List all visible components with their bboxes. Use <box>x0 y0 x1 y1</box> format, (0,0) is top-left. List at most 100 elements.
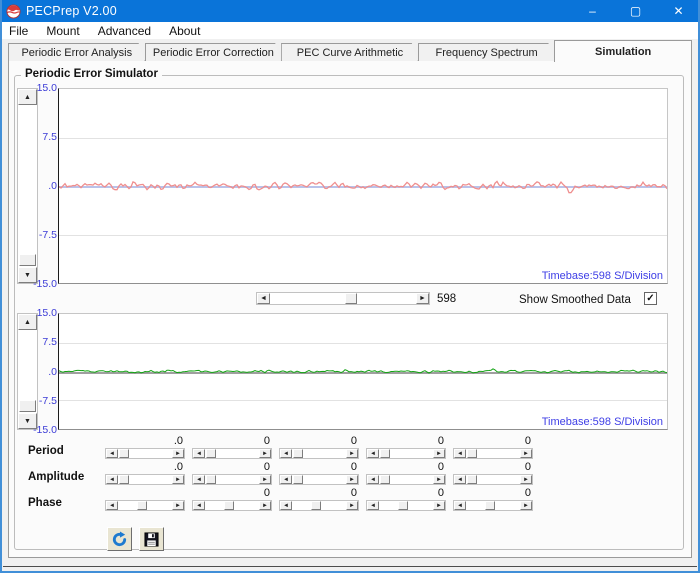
amplitude-slider-5[interactable]: ◄ ► <box>453 474 533 485</box>
slider-left-icon[interactable]: ◄ <box>367 449 379 458</box>
phase-slider-2-group: 0 ◄ ► <box>192 487 272 514</box>
slider-left-icon[interactable]: ◄ <box>454 449 466 458</box>
amplitude-slider-thumb[interactable] <box>379 475 390 484</box>
refresh-button[interactable] <box>107 527 132 551</box>
scroll-up-icon[interactable]: ▲ <box>18 89 37 105</box>
timebase-hscrollbar[interactable]: ◄ ► <box>256 292 430 305</box>
slider-right-icon[interactable]: ► <box>433 475 445 484</box>
save-button[interactable] <box>139 527 164 551</box>
scroll-left-icon[interactable]: ◄ <box>257 293 270 304</box>
phase-slider-thumb[interactable] <box>398 501 409 510</box>
slider-left-icon[interactable]: ◄ <box>454 475 466 484</box>
amplitude-slider-3[interactable]: ◄ ► <box>279 474 359 485</box>
amplitude-slider-2-group: 0 ◄ ► <box>192 461 272 488</box>
minimize-icon[interactable]: – <box>571 0 614 22</box>
slider-right-icon[interactable]: ► <box>520 501 532 510</box>
period-slider-4[interactable]: ◄ ► <box>366 448 446 459</box>
menu-mount[interactable]: Mount <box>37 22 88 39</box>
amplitude-label: Amplitude <box>28 471 85 483</box>
slider-right-icon[interactable]: ► <box>346 501 358 510</box>
phase-slider-2[interactable]: ◄ ► <box>192 500 272 511</box>
amplitude-slider-4[interactable]: ◄ ► <box>366 474 446 485</box>
phase-slider-thumb[interactable] <box>137 501 148 510</box>
phase-slider-5-group: 0 ◄ ► <box>453 487 533 514</box>
menu-file[interactable]: File <box>0 22 37 39</box>
phase-slider-thumb[interactable] <box>485 501 496 510</box>
slider-right-icon[interactable]: ► <box>520 449 532 458</box>
tab-periodic-error-analysis[interactable]: Periodic Error Analysis <box>8 43 145 61</box>
slider-left-icon[interactable]: ◄ <box>106 449 118 458</box>
slider-right-icon[interactable]: ► <box>259 449 271 458</box>
period-slider-4-group: 0 ◄ ► <box>366 435 446 462</box>
tab-simulation[interactable]: Simulation <box>554 40 692 62</box>
amplitude-slider-thumb[interactable] <box>466 475 477 484</box>
slider-left-icon[interactable]: ◄ <box>280 475 292 484</box>
phase-slider-4[interactable]: ◄ ► <box>366 500 446 511</box>
show-smoothed-data-checkbox[interactable]: ✓ <box>644 292 657 305</box>
period-slider-thumb[interactable] <box>292 449 303 458</box>
phase-slider-5[interactable]: ◄ ► <box>453 500 533 511</box>
tab-periodic-error-correction[interactable]: Periodic Error Correction <box>145 43 282 61</box>
slider-left-icon[interactable]: ◄ <box>193 475 205 484</box>
y-tick-label: 15.0 <box>36 82 57 94</box>
phase-value-4: 0 <box>437 487 444 499</box>
amplitude-slider-1[interactable]: ◄ ► <box>105 474 185 485</box>
period-slider-thumb[interactable] <box>205 449 216 458</box>
phase-slider-thumb[interactable] <box>311 501 322 510</box>
slider-left-icon[interactable]: ◄ <box>367 501 379 510</box>
phase-slider-1[interactable]: ◄ ► <box>105 500 185 511</box>
period-value-3: 0 <box>350 435 357 447</box>
period-slider-2[interactable]: ◄ ► <box>192 448 272 459</box>
titlebar: PECPrep V2.00 – ▢ ✕ <box>0 0 700 22</box>
slider-left-icon[interactable]: ◄ <box>280 501 292 510</box>
amplitude-slider-thumb[interactable] <box>292 475 303 484</box>
phase-slider-thumb[interactable] <box>224 501 235 510</box>
amplitude-slider-thumb[interactable] <box>205 475 216 484</box>
phase-slider-3[interactable]: ◄ ► <box>279 500 359 511</box>
slider-left-icon[interactable]: ◄ <box>106 475 118 484</box>
scroll-up-icon[interactable]: ▲ <box>18 314 37 330</box>
amplitude-slider-2[interactable]: ◄ ► <box>192 474 272 485</box>
amplitude-slider-thumb[interactable] <box>118 475 129 484</box>
slider-right-icon[interactable]: ► <box>433 449 445 458</box>
bottom-chart-vscrollbar[interactable]: ▲ ▼ <box>17 313 38 430</box>
slider-left-icon[interactable]: ◄ <box>367 475 379 484</box>
period-slider-3[interactable]: ◄ ► <box>279 448 359 459</box>
slider-right-icon[interactable]: ► <box>172 501 184 510</box>
slider-left-icon[interactable]: ◄ <box>454 501 466 510</box>
period-slider-thumb[interactable] <box>118 449 129 458</box>
slider-left-icon[interactable]: ◄ <box>193 449 205 458</box>
amplitude-slider-row: Amplitude .0 ◄ ► 0 ◄ ► 0 ◄ ► 0 ◄ ► 0 ◄ ► <box>0 461 700 488</box>
slider-right-icon[interactable]: ► <box>433 501 445 510</box>
y-tick-label: .0 <box>48 180 57 192</box>
slider-right-icon[interactable]: ► <box>520 475 532 484</box>
phase-value-5: 0 <box>524 487 531 499</box>
slider-right-icon[interactable]: ► <box>346 475 358 484</box>
timebase-scroll-thumb[interactable] <box>344 293 357 304</box>
period-slider-5[interactable]: ◄ ► <box>453 448 533 459</box>
top-vscroll-thumb[interactable] <box>19 254 36 266</box>
slider-right-icon[interactable]: ► <box>259 501 271 510</box>
bottom-vscroll-thumb[interactable] <box>19 400 36 412</box>
period-slider-1[interactable]: ◄ ► <box>105 448 185 459</box>
period-slider-thumb[interactable] <box>466 449 477 458</box>
slider-right-icon[interactable]: ► <box>259 475 271 484</box>
slider-right-icon[interactable]: ► <box>172 449 184 458</box>
menu-about[interactable]: About <box>160 22 209 39</box>
slider-left-icon[interactable]: ◄ <box>106 501 118 510</box>
tab-pec-curve-arithmetic[interactable]: PEC Curve Arithmetic <box>281 43 418 61</box>
maximize-icon[interactable]: ▢ <box>614 0 657 22</box>
slider-right-icon[interactable]: ► <box>346 449 358 458</box>
top-chart-vscrollbar[interactable]: ▲ ▼ <box>17 88 38 284</box>
scroll-right-icon[interactable]: ► <box>416 293 429 304</box>
close-icon[interactable]: ✕ <box>657 0 700 22</box>
period-slider-thumb[interactable] <box>379 449 390 458</box>
slider-right-icon[interactable]: ► <box>172 475 184 484</box>
menu-advanced[interactable]: Advanced <box>89 22 160 39</box>
slider-left-icon[interactable]: ◄ <box>193 501 205 510</box>
period-value-1: .0 <box>173 435 183 447</box>
phase-label: Phase <box>28 497 62 509</box>
slider-left-icon[interactable]: ◄ <box>280 449 292 458</box>
tab-frequency-spectrum[interactable]: Frequency Spectrum <box>418 43 555 61</box>
phase-slider-3-group: 0 ◄ ► <box>279 487 359 514</box>
